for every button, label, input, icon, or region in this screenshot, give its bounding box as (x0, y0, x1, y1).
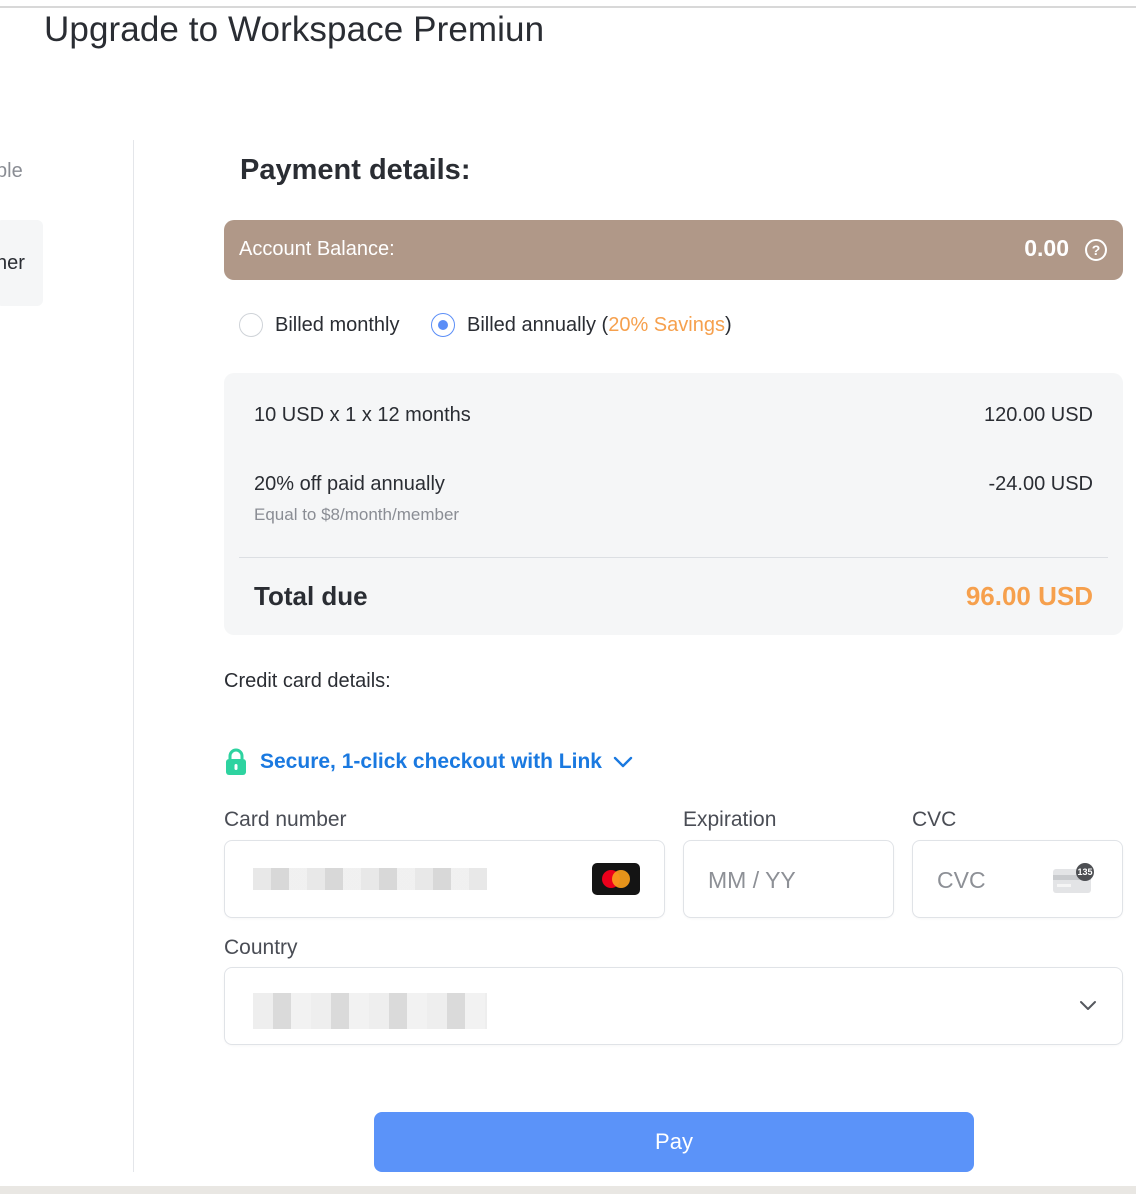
left-panel-item-2-selected[interactable]: ner (0, 220, 43, 306)
account-balance-label: Account Balance: (239, 238, 395, 260)
card-number-input[interactable] (224, 840, 665, 918)
link-checkout-toggle[interactable]: Secure, 1-click checkout with Link (224, 748, 634, 776)
page-title: Upgrade to Workspace Premiun (44, 10, 545, 49)
credit-card-section-label: Credit card details: (224, 670, 391, 692)
chevron-down-icon (613, 756, 633, 768)
cvc-badge-text: 135 (1077, 867, 1092, 877)
total-due-label: Total due (254, 581, 368, 611)
savings-text: 20% Savings (608, 313, 725, 336)
billed-monthly-label: Billed monthly (275, 313, 400, 336)
mastercard-icon (592, 863, 640, 895)
billed-annually-radio[interactable] (431, 313, 455, 337)
account-balance-value: 0.00 (1024, 235, 1069, 261)
order-summary: 10 USD x 1 x 12 months 120.00 USD 20% of… (224, 373, 1123, 635)
redacted-card-number (253, 868, 487, 890)
country-select[interactable] (224, 967, 1123, 1045)
lock-icon (226, 748, 246, 775)
link-checkout-text: Secure, 1-click checkout with Link (260, 750, 602, 773)
left-panel-item-2-label: ner (0, 252, 25, 274)
cvc-label: CVC (912, 808, 957, 831)
discount-subtext: Equal to $8/month/member (254, 505, 460, 524)
summary-divider (239, 557, 1108, 558)
country-label: Country (224, 936, 298, 959)
expiration-label: Expiration (683, 808, 777, 831)
billed-monthly-option[interactable]: Billed monthly (239, 313, 400, 337)
window-bottom-strip (0, 1186, 1136, 1194)
subtotal-label: 10 USD x 1 x 12 months (254, 404, 471, 426)
question-circle-icon[interactable]: ? (1085, 239, 1107, 261)
billed-monthly-radio[interactable] (239, 313, 263, 337)
vertical-divider (133, 140, 134, 1172)
window-top-border (0, 6, 1136, 8)
subtotal-value: 120.00 USD (984, 404, 1093, 426)
expiration-placeholder: MM / YY (708, 867, 796, 893)
discount-value: -24.00 USD (988, 473, 1094, 495)
discount-label: 20% off paid annually (254, 473, 445, 495)
redacted-country (253, 993, 487, 1029)
payment-details-title: Payment details: (240, 154, 471, 186)
billed-annually-option[interactable]: Billed annually (20% Savings) (431, 313, 732, 337)
cvc-input[interactable]: CVC 135 (912, 840, 1123, 918)
chevron-down-icon (1080, 1001, 1096, 1010)
cvc-placeholder: CVC (937, 867, 986, 893)
billed-annually-label: Billed annually ( (467, 313, 609, 336)
cvc-card-icon: 135 (1053, 863, 1094, 893)
total-due-value: 96.00 USD (965, 581, 1093, 611)
left-panel-item-1[interactable]: ple (0, 160, 23, 183)
card-number-label: Card number (224, 808, 347, 831)
account-balance-bar: Account Balance: 0.00 ? (224, 220, 1123, 280)
expiration-input[interactable]: MM / YY (683, 840, 894, 918)
pay-button[interactable]: Pay (374, 1112, 974, 1172)
billed-annually-suffix: ) (724, 313, 732, 336)
